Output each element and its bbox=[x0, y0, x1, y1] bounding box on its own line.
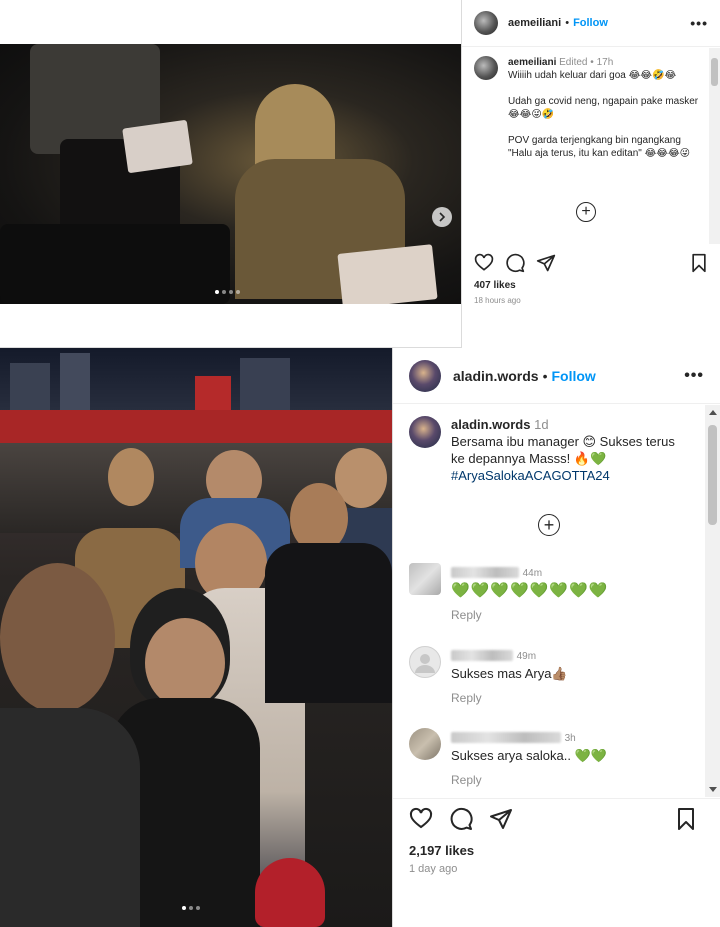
post-time[interactable]: 1 day ago bbox=[409, 863, 457, 875]
blurred-username[interactable] bbox=[451, 732, 561, 744]
avatar[interactable] bbox=[409, 728, 441, 760]
scrollbar-thumb[interactable] bbox=[708, 425, 717, 525]
caption-age: 1d bbox=[534, 417, 549, 432]
caption-text: Bersama ibu manager 😊 Sukses terus ke de… bbox=[451, 434, 675, 466]
caption-age: 17h bbox=[596, 57, 614, 68]
comment-age: 3h bbox=[564, 733, 576, 744]
comment-text: Sukses arya saloka.. 💚💚 bbox=[451, 748, 607, 763]
follow-button[interactable]: Follow bbox=[573, 17, 608, 29]
post-time[interactable]: 18 hours ago bbox=[474, 296, 521, 305]
comment-icon[interactable] bbox=[449, 807, 473, 836]
divider bbox=[393, 798, 720, 799]
likes-count[interactable]: 407 likes bbox=[474, 280, 516, 291]
suit-shape bbox=[265, 543, 392, 703]
crowd-shape bbox=[0, 224, 230, 304]
scroll-down-arrow-icon[interactable] bbox=[709, 787, 717, 792]
caption-username[interactable]: aladin.words bbox=[451, 417, 530, 432]
username-link[interactable]: aemeiliani bbox=[508, 17, 561, 29]
card-shape bbox=[122, 119, 193, 174]
caption-username[interactable]: aemeiliani bbox=[508, 57, 556, 68]
post-2: aladin.words • Follow ••• aladin.words 1… bbox=[0, 348, 720, 927]
blurred-username[interactable] bbox=[451, 567, 519, 579]
avatar[interactable] bbox=[409, 646, 441, 678]
scroll-up-arrow-icon[interactable] bbox=[709, 410, 717, 415]
post-2-photo[interactable] bbox=[0, 348, 392, 927]
username-link[interactable]: aladin.words bbox=[453, 368, 539, 384]
post-2-caption: aladin.words 1d Bersama ibu manager 😊 Su… bbox=[409, 416, 681, 484]
comment: 3h Sukses arya saloka.. 💚💚 Reply bbox=[409, 728, 607, 789]
avatar[interactable] bbox=[474, 11, 498, 35]
separator: • bbox=[542, 367, 548, 384]
face-shape bbox=[108, 448, 154, 506]
separator: • bbox=[590, 57, 594, 68]
next-arrow-icon[interactable] bbox=[432, 207, 452, 227]
building-shape bbox=[240, 358, 290, 418]
caption-line: POV garda terjengkang bin ngangkang "Hal… bbox=[508, 135, 691, 159]
scrollbar[interactable] bbox=[705, 405, 720, 797]
avatar[interactable] bbox=[409, 416, 441, 448]
heart-icon[interactable] bbox=[409, 807, 433, 836]
reply-link[interactable]: Reply bbox=[451, 607, 608, 624]
building-shape bbox=[60, 353, 90, 418]
comment-text: Sukses mas Arya👍🏽 bbox=[451, 666, 568, 681]
carousel-dots bbox=[215, 290, 240, 294]
post-1-panel: aemeiliani • Follow ••• aemeiliani Edite… bbox=[461, 0, 720, 348]
post-1-header: aemeiliani • Follow ••• bbox=[462, 0, 720, 47]
comment: 49m Sukses mas Arya👍🏽 Reply bbox=[409, 646, 568, 707]
red-seat-shape bbox=[255, 858, 325, 927]
likes-count[interactable]: 2,197 likes bbox=[409, 843, 474, 858]
caption-line: Udah ga covid neng, ngapain pake masker … bbox=[508, 96, 701, 120]
load-more-comments-icon[interactable]: + bbox=[576, 202, 596, 222]
face-shape bbox=[145, 618, 225, 708]
post-1: aemeiliani • Follow ••• aemeiliani Edite… bbox=[0, 0, 720, 348]
bookmark-icon[interactable] bbox=[675, 807, 697, 836]
share-icon[interactable] bbox=[536, 253, 556, 278]
scrollbar-thumb[interactable] bbox=[711, 58, 718, 86]
comment-text: 💚💚💚💚💚💚💚💚 bbox=[451, 582, 609, 599]
more-options-icon[interactable]: ••• bbox=[684, 367, 704, 385]
reply-link[interactable]: Reply bbox=[451, 690, 568, 707]
post-2-panel: aladin.words • Follow ••• aladin.words 1… bbox=[392, 348, 720, 927]
hashtag-link[interactable]: #AryaSalokaACAGOTTA24 bbox=[451, 467, 681, 484]
carousel-dots bbox=[182, 906, 200, 910]
scrollbar[interactable] bbox=[709, 48, 720, 244]
comment-icon[interactable] bbox=[505, 253, 525, 278]
heart-icon[interactable] bbox=[474, 253, 494, 278]
bookmark-icon[interactable] bbox=[690, 253, 708, 278]
comment-age: 49m bbox=[516, 651, 537, 662]
share-icon[interactable] bbox=[489, 807, 513, 836]
post-1-video[interactable] bbox=[0, 44, 461, 304]
card-shape bbox=[337, 244, 438, 304]
load-more-comments-icon[interactable]: + bbox=[538, 514, 560, 536]
avatar[interactable] bbox=[409, 359, 441, 392]
separator: • bbox=[565, 17, 570, 29]
reply-link[interactable]: Reply bbox=[451, 772, 607, 789]
edited-label: Edited bbox=[559, 57, 588, 68]
more-options-icon[interactable]: ••• bbox=[690, 15, 708, 31]
face-shape bbox=[0, 563, 115, 713]
person-shape bbox=[0, 708, 140, 927]
avatar[interactable] bbox=[409, 563, 441, 595]
post-1-actions bbox=[474, 253, 709, 275]
post-2-actions bbox=[409, 807, 705, 833]
blurred-username[interactable] bbox=[451, 650, 513, 662]
avatar[interactable] bbox=[474, 56, 498, 80]
caption-line: Wiiiih udah keluar dari goa 😂😂🤣😂 bbox=[508, 70, 677, 81]
post-1-caption: aemeiliani Edited • 17h Wiiiih udah kelu… bbox=[474, 56, 699, 160]
follow-button[interactable]: Follow bbox=[551, 368, 595, 384]
post-2-header: aladin.words • Follow ••• bbox=[393, 348, 720, 404]
comment-age: 44m bbox=[522, 568, 543, 579]
comment: 44m 💚💚💚💚💚💚💚💚 Reply bbox=[409, 563, 608, 624]
